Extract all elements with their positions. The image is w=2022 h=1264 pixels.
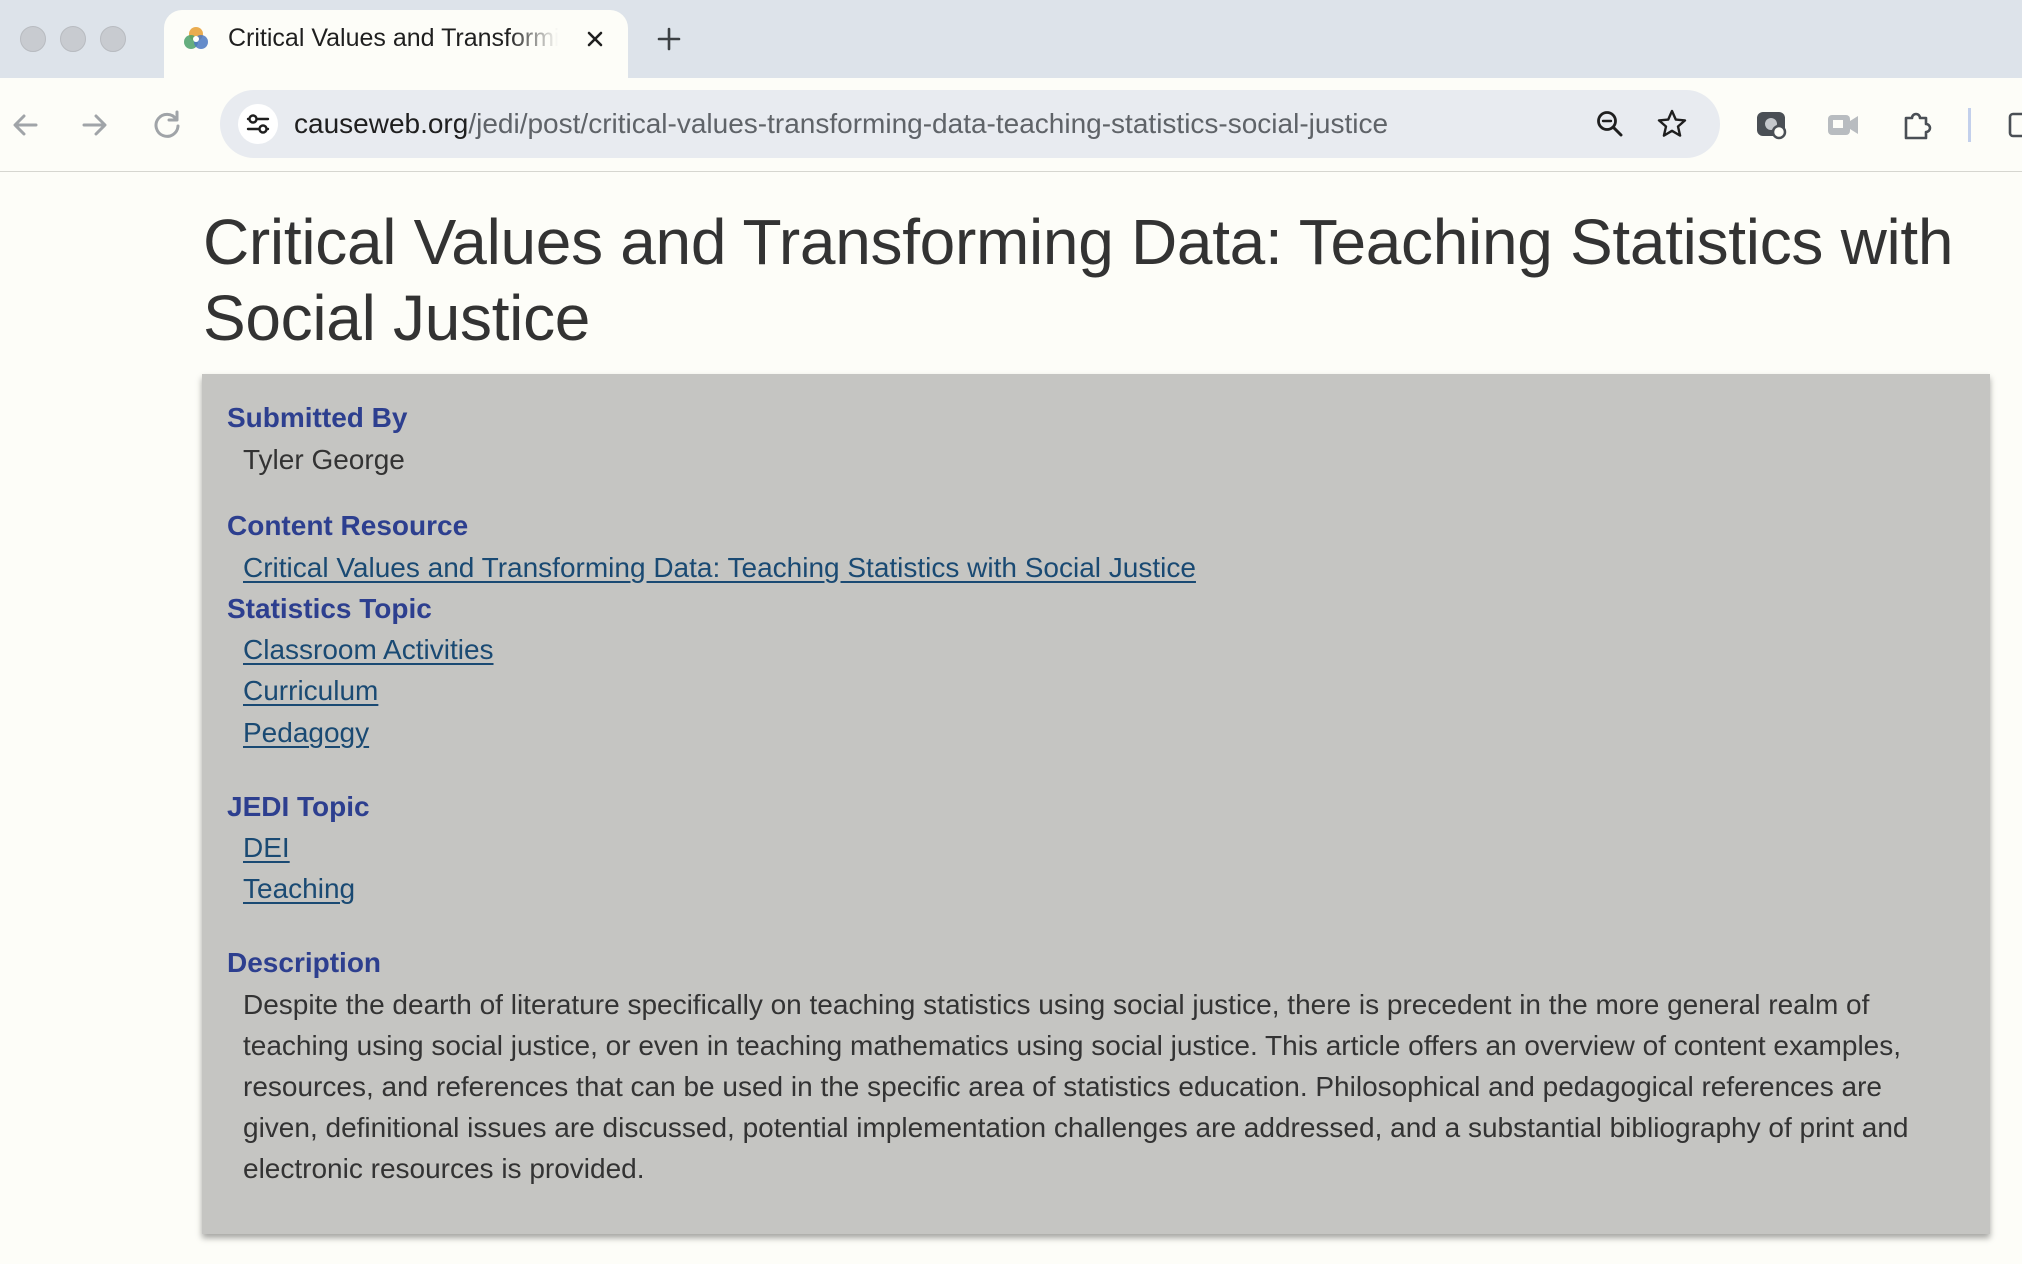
tab-strip: Critical Values and Transforming Data: T… xyxy=(0,0,2022,78)
window-zoom-dot[interactable] xyxy=(100,26,126,52)
description-text: Despite the dearth of literature specifi… xyxy=(243,989,1909,1184)
post-details-panel: Submitted By Tyler George Content Resour… xyxy=(202,374,1990,1234)
statistics-topic-link[interactable]: Pedagogy xyxy=(243,717,369,749)
address-bar[interactable]: causeweb.org/jedi/post/critical-values-t… xyxy=(220,90,1720,158)
submitted-by-label: Submitted By xyxy=(227,402,408,433)
content-resource-label: Content Resource xyxy=(227,510,469,541)
statistics-topic-link[interactable]: Classroom Activities xyxy=(243,634,494,666)
extension-video-icon[interactable] xyxy=(1824,106,1862,144)
url-path: /jedi/post/critical-values-transforming-… xyxy=(468,108,1389,139)
zoom-magnifier-icon[interactable] xyxy=(1590,104,1630,144)
tab-close-icon[interactable] xyxy=(580,24,610,54)
site-favicon-icon xyxy=(182,25,210,53)
browser-toolbar: causeweb.org/jedi/post/critical-values-t… xyxy=(0,78,2022,172)
active-tab[interactable]: Critical Values and Transforming Data: T… xyxy=(164,10,628,78)
new-tab-plus-icon[interactable] xyxy=(652,22,686,56)
statistics-topic-link[interactable]: Curriculum xyxy=(243,675,378,707)
bookmark-star-icon[interactable] xyxy=(1652,104,1692,144)
content-resource-link[interactable]: Critical Values and Transforming Data: T… xyxy=(243,552,1196,584)
submitted-by-value: Tyler George xyxy=(243,444,405,475)
statistics-topic-label: Statistics Topic xyxy=(227,593,432,624)
window-close-dot[interactable] xyxy=(20,26,46,52)
jedi-topic-label: JEDI Topic xyxy=(227,791,370,822)
forward-arrow-icon[interactable] xyxy=(74,104,116,146)
reload-icon[interactable] xyxy=(146,104,188,146)
toolbar-separator xyxy=(1968,108,1971,142)
extensions-puzzle-icon[interactable] xyxy=(1898,106,1936,144)
side-panel-icon[interactable] xyxy=(2006,106,2022,144)
description-label: Description xyxy=(227,947,382,978)
jedi-topic-link[interactable]: DEI xyxy=(243,832,290,864)
jedi-topic-link[interactable]: Teaching xyxy=(243,873,355,905)
window-minimize-dot[interactable] xyxy=(60,26,86,52)
url-text[interactable]: causeweb.org/jedi/post/critical-values-t… xyxy=(294,108,1388,140)
site-settings-icon[interactable] xyxy=(238,104,278,144)
url-host: causeweb.org xyxy=(294,108,469,139)
back-arrow-icon[interactable] xyxy=(4,104,46,146)
page-title: Critical Values and Transforming Data: T… xyxy=(203,206,1954,354)
extension-screen-recorder-icon[interactable] xyxy=(1752,106,1790,144)
tab-title: Critical Values and Transforming Data: T… xyxy=(228,24,558,52)
